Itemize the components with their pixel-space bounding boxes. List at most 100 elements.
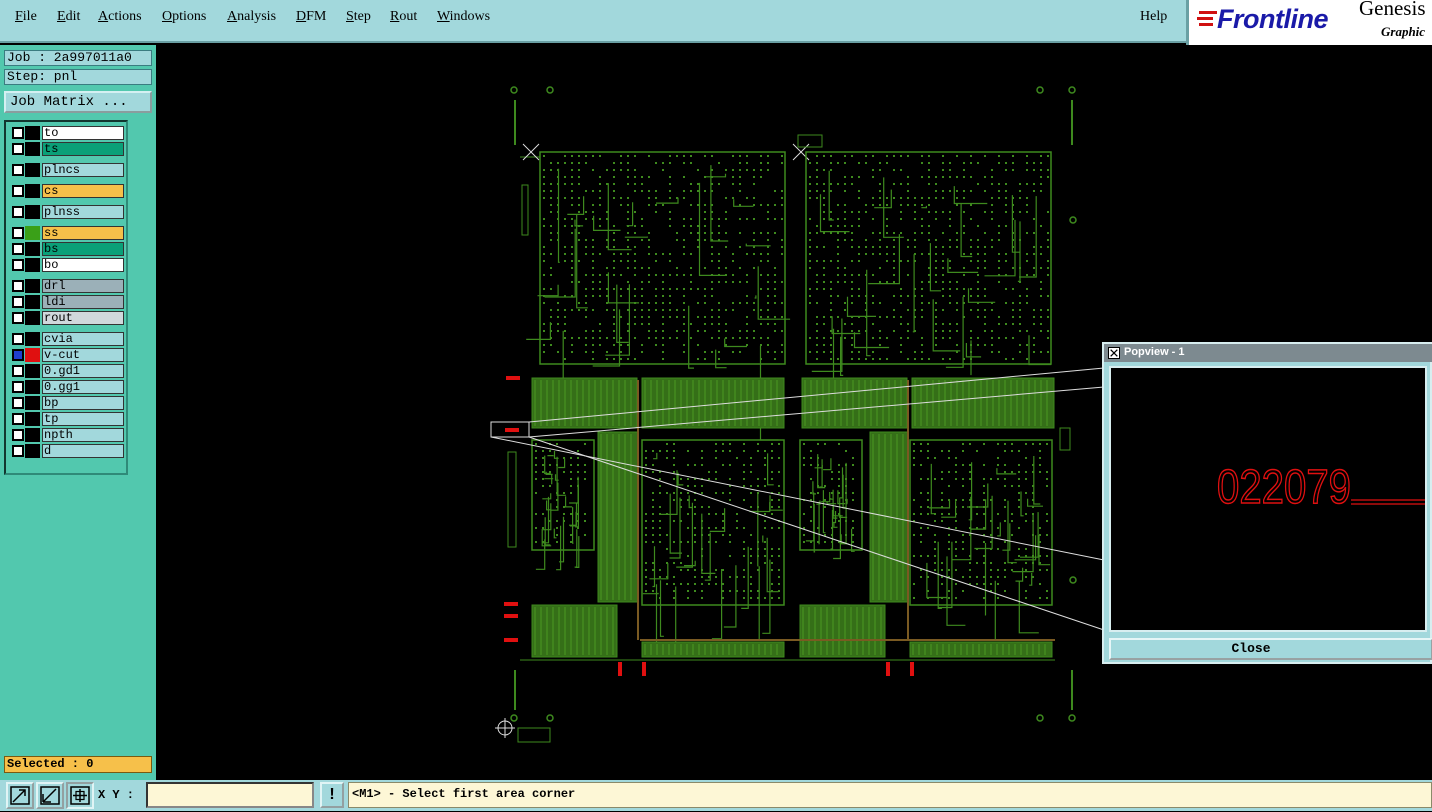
red-marking (618, 662, 622, 676)
layer-name[interactable]: plncs (42, 163, 124, 177)
menu-analysis[interactable]: Analysis (227, 9, 276, 25)
layer-checkbox[interactable] (12, 349, 24, 361)
layer-color-swatch (25, 279, 40, 293)
menu-help[interactable]: Help (1140, 9, 1167, 25)
layer-name[interactable]: v-cut (42, 348, 124, 362)
pcb-pads (543, 155, 783, 360)
layer-name[interactable]: ss (42, 226, 124, 240)
red-marking (504, 602, 518, 606)
layer-checkbox[interactable] (12, 243, 24, 255)
pcb-copper-area (801, 377, 908, 429)
layer-row-ts[interactable]: ts (8, 142, 126, 156)
layer-name[interactable]: drl (42, 279, 124, 293)
layer-row-bs[interactable]: bs (8, 242, 126, 256)
layer-checkbox[interactable] (12, 127, 24, 139)
pcb-copper-area (531, 604, 618, 658)
menu-windows[interactable]: Windows (437, 9, 490, 25)
layer-row-to[interactable]: to (8, 126, 126, 140)
layer-row-d[interactable]: d (8, 444, 126, 458)
layer-row-plnss[interactable]: plnss (8, 205, 126, 219)
layer-name[interactable]: bo (42, 258, 124, 272)
window-close-icon[interactable] (1108, 347, 1120, 359)
job-matrix-button[interactable]: Job Matrix ... (4, 91, 152, 113)
layer-name[interactable]: 0.gg1 (42, 380, 124, 394)
layer-row-0.gg1[interactable]: 0.gg1 (8, 380, 126, 394)
layer-checkbox[interactable] (12, 429, 24, 441)
layer-list: to ts plncs cs plnss ss bs bo drl ldi rout cvia v-cu… (4, 120, 128, 475)
red-marking (910, 662, 914, 676)
snap-grid-button[interactable] (66, 782, 94, 809)
pcb-board-outline (799, 439, 863, 551)
layer-row-bp[interactable]: bp (8, 396, 126, 410)
layer-name[interactable]: bs (42, 242, 124, 256)
layer-row-0.gd1[interactable]: 0.gd1 (8, 364, 126, 378)
layer-name[interactable]: bp (42, 396, 124, 410)
popview-close-button[interactable]: Close (1109, 638, 1432, 660)
warning-button[interactable]: ! (320, 782, 344, 808)
layer-checkbox[interactable] (12, 227, 24, 239)
layer-row-tp[interactable]: tp (8, 412, 126, 426)
layer-name[interactable]: ldi (42, 295, 124, 309)
layer-checkbox[interactable] (12, 333, 24, 345)
layer-checkbox[interactable] (12, 280, 24, 292)
layer-name[interactable]: npth (42, 428, 124, 442)
layer-row-rout[interactable]: rout (8, 311, 126, 325)
layer-row-cs[interactable]: cs (8, 184, 126, 198)
layer-checkbox[interactable] (12, 312, 24, 324)
menu-actions[interactable]: Actions (98, 9, 142, 25)
layer-color-swatch (25, 412, 40, 426)
popview-window: Popview - 1 022079 Close (1102, 342, 1432, 664)
layer-checkbox[interactable] (12, 206, 24, 218)
layer-checkbox[interactable] (12, 365, 24, 377)
layer-checkbox[interactable] (12, 296, 24, 308)
layer-name[interactable]: 0.gd1 (42, 364, 124, 378)
layer-name[interactable]: tp (42, 412, 124, 426)
layer-list-scrollbar[interactable] (128, 120, 152, 475)
layer-row-cvia[interactable]: cvia (8, 332, 126, 346)
popview-title-bar[interactable]: Popview - 1 (1104, 344, 1432, 362)
barcode-box (517, 727, 551, 743)
layer-row-ss[interactable]: ss (8, 226, 126, 240)
menu-dfm[interactable]: DFM (296, 9, 326, 25)
xy-coordinate-input[interactable] (146, 782, 314, 808)
layer-checkbox[interactable] (12, 164, 24, 176)
layer-checkbox[interactable] (12, 185, 24, 197)
layer-checkbox[interactable] (12, 413, 24, 425)
menu-edit[interactable]: Edit (57, 9, 80, 25)
zoom-area-button[interactable] (6, 782, 34, 809)
pcb-pads (913, 443, 1048, 599)
layer-row-ldi[interactable]: ldi (8, 295, 126, 309)
layer-name[interactable]: to (42, 126, 124, 140)
red-marking (504, 614, 518, 618)
red-marking (506, 376, 520, 380)
layer-row-bo[interactable]: bo (8, 258, 126, 272)
layer-checkbox[interactable] (12, 381, 24, 393)
side-mark (1059, 427, 1071, 451)
layer-checkbox[interactable] (12, 397, 24, 409)
zoomed-board-text: 022079 (1217, 461, 1351, 514)
layer-row-plncs[interactable]: plncs (8, 163, 126, 177)
fiducial-mark (1036, 86, 1044, 94)
layer-checkbox[interactable] (12, 259, 24, 271)
layer-name[interactable]: plnss (42, 205, 124, 219)
layer-name[interactable]: d (42, 444, 124, 458)
layer-name[interactable]: ts (42, 142, 124, 156)
pcb-board-outline (641, 439, 785, 606)
layer-checkbox[interactable] (12, 143, 24, 155)
popview-zoom-area[interactable]: 022079 (1109, 366, 1427, 632)
menu-options[interactable]: Options (162, 9, 206, 25)
layer-color-swatch (25, 396, 40, 410)
menu-rout[interactable]: Rout (390, 9, 417, 25)
layer-row-drl[interactable]: drl (8, 279, 126, 293)
fiducial-mark (546, 86, 554, 94)
layer-name[interactable]: cvia (42, 332, 124, 346)
layer-color-swatch (25, 142, 40, 156)
layer-name[interactable]: cs (42, 184, 124, 198)
layer-checkbox[interactable] (12, 445, 24, 457)
layer-row-npth[interactable]: npth (8, 428, 126, 442)
measure-button[interactable] (36, 782, 64, 809)
layer-row-v-cut[interactable]: v-cut (8, 348, 126, 362)
menu-file[interactable]: File (15, 9, 37, 25)
layer-name[interactable]: rout (42, 311, 124, 325)
menu-step[interactable]: Step (346, 9, 371, 25)
